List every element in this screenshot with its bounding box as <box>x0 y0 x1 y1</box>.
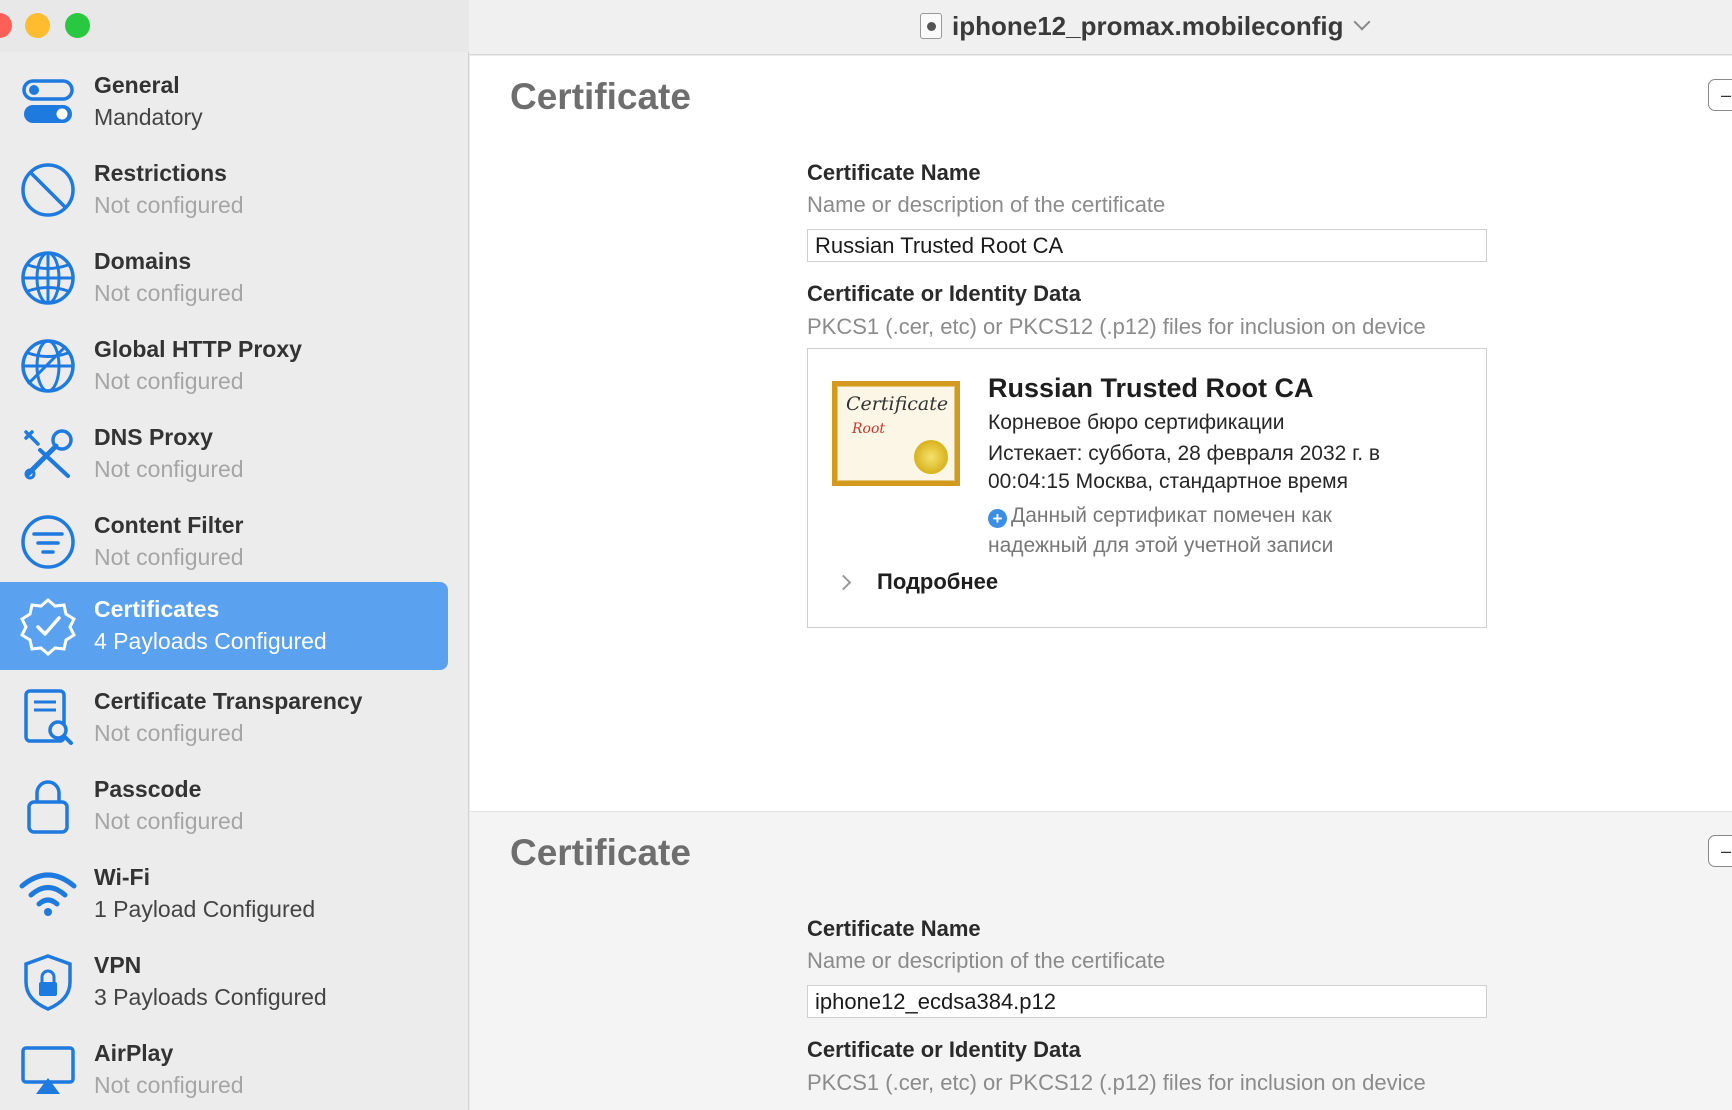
sidebar-item-certificates[interactable]: Certificates 4 Payloads Configured <box>0 582 448 670</box>
certificate-name-hint: Name or description of the certificate <box>807 948 1166 973</box>
certificate-name-label: Certificate Name <box>807 916 981 941</box>
sidebar-item-subtitle: Not configured <box>94 456 244 482</box>
chevron-right-icon <box>835 574 852 590</box>
wifi-icon <box>19 872 77 916</box>
sidebar-item-certificate-transparency[interactable]: Certificate Transparency Not configured <box>0 674 448 762</box>
certificate-image-subtext: Root <box>852 421 886 437</box>
certificate-image: Certificate Root <box>832 381 960 486</box>
sidebar-item-subtitle: 1 Payload Configured <box>94 896 316 922</box>
sidebar-item-title: Wi-Fi <box>94 864 150 890</box>
sidebar-item-subtitle: 4 Payloads Configured <box>94 628 327 654</box>
titlebar-sidebar-area <box>0 0 469 52</box>
sidebar-item-title: Global HTTP Proxy <box>94 336 302 362</box>
sidebar-item-passcode[interactable]: Passcode Not configured <box>0 762 448 850</box>
certificate-payload-section: Certificate – Certificate Name Name or d… <box>470 56 1732 811</box>
certificate-data-label: Certificate or Identity Data <box>807 281 1081 306</box>
sidebar-item-dns-proxy[interactable]: DNS Proxy Not configured <box>0 410 448 498</box>
sidebar-item-subtitle: Not configured <box>94 280 244 306</box>
certificate-badge-icon <box>20 598 76 656</box>
certificate-data-hint: PKCS1 (.cer, etc) or PKCS12 (.p12) files… <box>807 314 1426 339</box>
document-title-menu[interactable]: iphone12_promax.mobileconfig <box>920 8 1371 44</box>
sidebar-item-title: Passcode <box>94 776 202 802</box>
sidebar-item-subtitle: Not configured <box>94 192 244 218</box>
sidebar-item-subtitle: Not configured <box>94 808 244 834</box>
sidebar-item-title: VPN <box>94 952 142 978</box>
plus-circle-icon: + <box>988 509 1007 528</box>
sidebar-item-title: Domains <box>94 248 192 274</box>
document-icon <box>920 13 942 39</box>
sidebar-item-subtitle: Mandatory <box>94 104 203 130</box>
remove-payload-button[interactable]: – <box>1708 79 1732 111</box>
certificate-payload-section: Certificate – Certificate Name Name or d… <box>470 811 1732 1110</box>
zoom-window-button[interactable] <box>65 13 90 38</box>
sidebar-item-vpn[interactable]: VPN 3 Payloads Configured <box>0 938 448 1026</box>
main-content: Certificate – Certificate Name Name or d… <box>470 56 1732 1110</box>
toggle-icon <box>22 79 74 123</box>
section-title: Certificate <box>510 76 691 117</box>
certificate-issuer: Корневое бюро сертификации <box>988 411 1285 434</box>
sidebar-item-wifi[interactable]: Wi-Fi 1 Payload Configured <box>0 850 448 938</box>
remove-payload-button[interactable]: – <box>1708 835 1732 867</box>
details-disclosure[interactable]: Подробнее <box>835 569 999 595</box>
sidebar-item-subtitle: 3 Payloads Configured <box>94 984 327 1010</box>
sidebar-item-title: AirPlay <box>94 1040 174 1066</box>
sidebar-item-global-http-proxy[interactable]: Global HTTP Proxy Not configured <box>0 322 448 410</box>
sidebar-item-title: Content Filter <box>94 512 244 538</box>
document-search-icon <box>24 689 73 745</box>
globe-icon <box>21 251 75 305</box>
sidebar-item-title: General <box>94 72 180 98</box>
sidebar-item-title: DNS Proxy <box>94 424 213 450</box>
certificate-expiry-line-2: 00:04:15 Москва, стандартное время <box>988 470 1348 493</box>
window-titlebar: iphone12_promax.mobileconfig <box>0 0 1732 55</box>
filter-icon <box>21 515 75 569</box>
certificate-image-text: Certificate <box>846 393 949 415</box>
document-title: iphone12_promax.mobileconfig <box>952 10 1344 41</box>
sidebar-item-title: Certificates <box>94 596 220 622</box>
globe-network-icon <box>21 339 75 393</box>
certificate-name-hint: Name or description of the certificate <box>807 192 1166 217</box>
section-title: Certificate <box>510 832 691 873</box>
sidebar: General Mandatory Restrictions Not confi… <box>0 52 469 1110</box>
certificate-trust-status: + Данный сертификат помечен как надежный … <box>988 501 1458 561</box>
sidebar-item-airplay[interactable]: AirPlay Not configured <box>0 1026 448 1110</box>
sidebar-item-title: Certificate Transparency <box>94 688 363 714</box>
chevron-down-icon <box>1353 13 1371 31</box>
certificate-name-input[interactable]: iphone12_ecdsa384.p12 <box>807 985 1487 1018</box>
certificate-title: Russian Trusted Root CA <box>988 373 1314 403</box>
lock-icon <box>27 780 69 834</box>
tools-icon <box>24 429 73 480</box>
sidebar-item-content-filter[interactable]: Content Filter Not configured <box>0 498 448 586</box>
minimize-window-button[interactable] <box>25 13 50 38</box>
certificate-data-label: Certificate or Identity Data <box>807 1037 1081 1062</box>
sidebar-item-restrictions[interactable]: Restrictions Not configured <box>0 146 448 234</box>
certificate-expiry-line-1: Истекает: суббота, 28 февраля 2032 г. в <box>988 442 1381 465</box>
sidebar-item-subtitle: Not configured <box>94 1072 244 1098</box>
prohibited-icon <box>21 163 75 217</box>
details-label: Подробнее <box>877 569 999 594</box>
trust-text-line-1: Данный сертификат помечен как <box>1011 504 1332 527</box>
sidebar-item-subtitle: Not configured <box>94 368 244 394</box>
sidebar-item-subtitle: Not configured <box>94 544 244 570</box>
certificate-data-hint: PKCS1 (.cer, etc) or PKCS12 (.p12) files… <box>807 1070 1426 1095</box>
certificate-name-label: Certificate Name <box>807 160 981 185</box>
seal-icon <box>914 440 948 474</box>
trust-text-line-2: надежный для этой учетной записи <box>988 534 1334 557</box>
vpn-shield-icon <box>24 954 72 1011</box>
sidebar-item-domains[interactable]: Domains Not configured <box>0 234 448 322</box>
close-window-button[interactable] <box>0 13 12 38</box>
sidebar-item-title: Restrictions <box>94 160 227 186</box>
airplay-icon <box>21 1046 75 1094</box>
certificate-name-input[interactable]: Russian Trusted Root CA <box>807 229 1487 262</box>
certificate-data-drop-area[interactable]: Certificate Root Russian Trusted Root CA… <box>807 348 1487 628</box>
sidebar-item-general[interactable]: General Mandatory <box>0 58 448 146</box>
sidebar-item-subtitle: Not configured <box>94 720 244 746</box>
